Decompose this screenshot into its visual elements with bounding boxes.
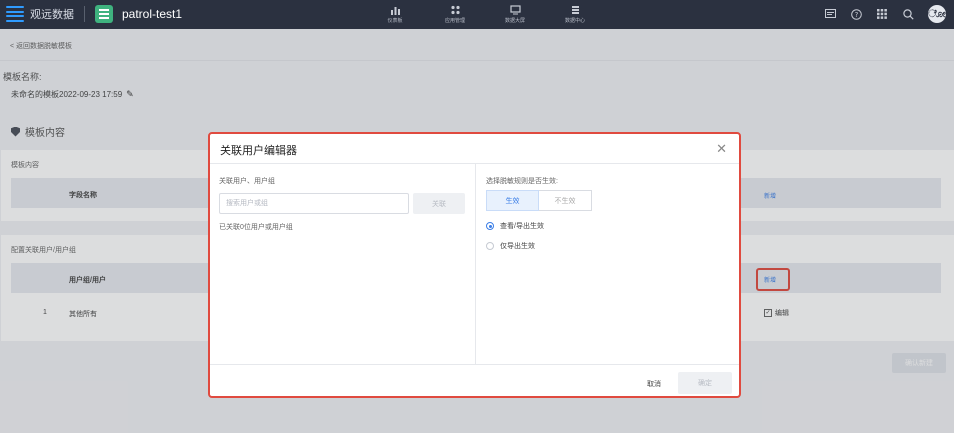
apps-icon[interactable] — [876, 8, 888, 20]
help-icon[interactable]: ? — [850, 8, 862, 20]
radio-label: 查看/导出生效 — [500, 223, 544, 230]
nav-label: 数据中心 — [564, 18, 585, 24]
nav-data-screen[interactable]: 数据大屏 — [485, 0, 545, 29]
brand-name: 观远数据 — [30, 9, 74, 21]
screen-icon — [509, 5, 521, 15]
linked-count-text: 已关联0位用户或用户组 — [219, 224, 293, 231]
radio-view-export[interactable]: 查看/导出生效 — [486, 221, 544, 231]
menu-logo-icon[interactable] — [6, 6, 24, 22]
effect-on-button[interactable]: 生效 — [486, 190, 539, 211]
svg-text:?: ? — [854, 11, 858, 19]
top-right-tools: ? ೋ — [824, 5, 946, 23]
radio-unchecked[interactable] — [486, 242, 494, 250]
radio-checked[interactable] — [486, 222, 494, 230]
user-link-editor-modal: 关联用户编辑器 ✕ 关联用户、用户组 关联 已关联0位用户或用户组 选择脱敏规则… — [208, 132, 741, 398]
avatar[interactable]: ೋ — [928, 5, 946, 23]
link-users-label: 关联用户、用户组 — [219, 178, 275, 185]
nav-dashboard[interactable]: 仪表板 — [365, 0, 425, 29]
close-icon[interactable]: ✕ — [716, 141, 727, 157]
divider — [210, 364, 739, 365]
bar-chart-icon — [390, 7, 400, 15]
rule-effect-label: 选择脱敏规则是否生效: — [486, 178, 558, 185]
brand[interactable]: 观远数据 patrol-test1 — [6, 5, 182, 23]
data-center-icon — [571, 6, 579, 14]
divider — [475, 164, 476, 364]
radio-export-only[interactable]: 仅导出生效 — [486, 241, 535, 251]
cancel-button[interactable]: 取消 — [630, 374, 678, 394]
nav-data-center[interactable]: 数据中心 — [545, 0, 605, 29]
nav-app-management[interactable]: 应用管理 — [425, 0, 485, 29]
app-name[interactable]: patrol-test1 — [122, 7, 182, 21]
radio-label: 仅导出生效 — [500, 243, 535, 250]
search-input[interactable] — [219, 193, 409, 214]
link-button[interactable]: 关联 — [413, 193, 465, 214]
top-bar: 观远数据 patrol-test1 仪表板 应用管理 数据大屏 数据中心 ? ೋ — [0, 0, 954, 29]
effect-toggle: 生效 不生效 — [486, 190, 592, 211]
effect-off-button[interactable]: 不生效 — [539, 190, 592, 211]
divider — [84, 6, 85, 22]
nav-label: 数据大屏 — [504, 18, 525, 24]
grid-apps-icon — [450, 5, 460, 15]
modal-title: 关联用户编辑器 — [220, 145, 297, 157]
app-icon — [95, 5, 113, 23]
nav-label: 仪表板 — [387, 18, 403, 24]
main-nav: 仪表板 应用管理 数据大屏 数据中心 — [365, 0, 605, 29]
nav-label: 应用管理 — [444, 18, 465, 24]
search-icon[interactable] — [902, 8, 914, 20]
message-icon[interactable] — [824, 8, 836, 20]
ok-button[interactable]: 确定 — [678, 372, 732, 394]
